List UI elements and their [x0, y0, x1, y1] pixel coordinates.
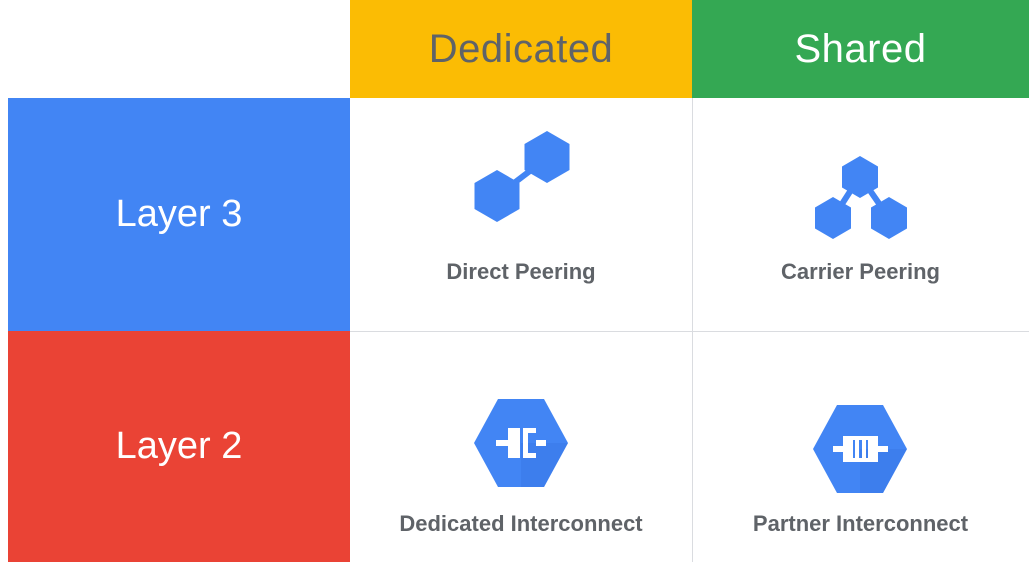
carrier-peering-icon	[815, 156, 907, 239]
row-header-layer2-label: Layer 2	[115, 425, 243, 467]
column-header-dedicated-label: Dedicated	[428, 26, 614, 71]
cell-carrier-peering: Carrier Peering	[692, 98, 1029, 331]
row-header-layer3: Layer 3	[8, 98, 350, 331]
connectivity-matrix: Dedicated Shared Layer 3 Layer 2 Direct …	[0, 0, 1029, 562]
column-header-shared-label: Shared	[794, 26, 927, 71]
cell-partner-interconnect: Partner Interconnect	[692, 331, 1029, 562]
dedicated-interconnect-label: Dedicated Interconnect	[399, 511, 643, 536]
row-header-layer3-label: Layer 3	[115, 193, 243, 235]
partner-interconnect-label: Partner Interconnect	[752, 511, 969, 536]
partner-interconnect-icon	[813, 405, 907, 493]
carrier-peering-label: Carrier Peering	[781, 259, 940, 284]
column-header-dedicated: Dedicated	[350, 0, 692, 98]
column-header-shared: Shared	[692, 0, 1029, 98]
row-header-layer2: Layer 2	[8, 331, 350, 562]
direct-peering-label: Direct Peering	[446, 259, 596, 284]
dedicated-interconnect-icon	[474, 399, 568, 487]
direct-peering-icon	[474, 131, 570, 222]
cell-direct-peering: Direct Peering	[350, 98, 692, 331]
cell-dedicated-interconnect: Dedicated Interconnect	[350, 331, 692, 562]
